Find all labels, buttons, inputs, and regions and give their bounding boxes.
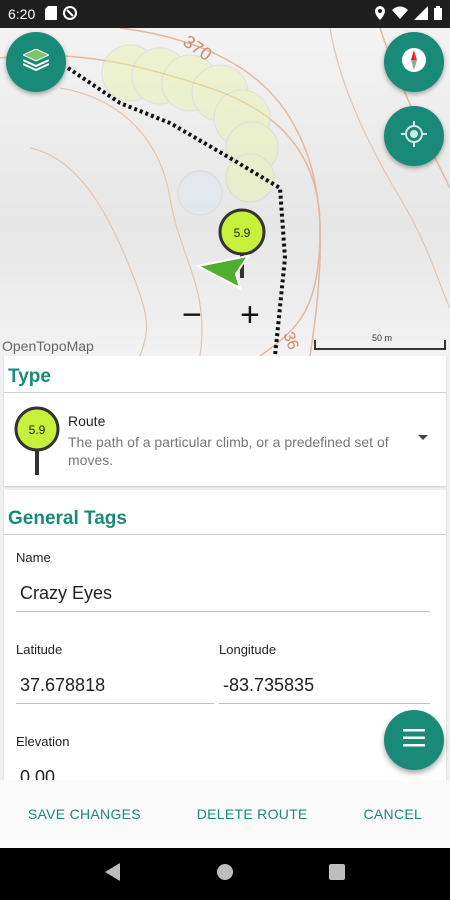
home-icon[interactable] — [216, 863, 234, 886]
zoom-out-button[interactable]: − — [182, 298, 202, 332]
battery-icon — [434, 5, 442, 23]
clock: 6:20 — [8, 6, 36, 22]
general-tags-card: General Tags Name Latitude Longitude Ele… — [4, 490, 446, 780]
type-description: The path of a particular climb, or a pre… — [68, 434, 389, 468]
marker-grade: 5.9 — [234, 226, 251, 240]
name-label: Name — [16, 550, 51, 565]
longitude-input[interactable] — [219, 668, 430, 704]
name-input[interactable] — [16, 576, 430, 612]
zoom-in-button[interactable]: + — [240, 298, 260, 332]
type-grade: 5.9 — [29, 423, 46, 437]
elevation-label: Elevation — [16, 734, 70, 749]
type-name: Route — [68, 413, 106, 429]
latitude-label: Latitude — [16, 642, 63, 657]
recents-icon[interactable] — [329, 863, 345, 885]
scale-bar: 50 m — [314, 333, 446, 350]
signal-icon — [414, 5, 428, 23]
longitude-label: Longitude — [219, 642, 277, 657]
route-type-icon: 5.9 — [14, 406, 60, 475]
route-form[interactable]: Type 5.9 Route The path of a particular … — [0, 356, 450, 780]
menu-fab[interactable] — [384, 710, 444, 770]
type-heading: Type — [8, 366, 51, 387]
map-view[interactable]: 370 36 5.9 − + OpenTopoMap 50 m — [0, 28, 450, 356]
scale-label: 50 m — [371, 333, 392, 343]
type-card: Type 5.9 Route The path of a particular … — [4, 356, 446, 486]
compass-button[interactable] — [384, 32, 444, 92]
sd-card-icon — [45, 5, 58, 23]
topo-map-canvas: 370 36 5.9 — [0, 28, 450, 356]
action-bar: SAVE CHANGES DELETE ROUTE CANCEL — [0, 780, 450, 848]
sync-icon — [63, 5, 78, 23]
divider — [4, 534, 446, 535]
type-selector[interactable]: 5.9 Route The path of a particular climb… — [4, 393, 446, 487]
back-icon[interactable] — [105, 862, 121, 886]
map-attribution: OpenTopoMap — [2, 338, 94, 354]
status-bar: 6:20 — [0, 0, 450, 28]
cancel-button[interactable]: CANCEL — [353, 798, 432, 830]
compass-icon — [401, 47, 427, 78]
elevation-input[interactable] — [16, 760, 346, 780]
locate-button[interactable] — [384, 106, 444, 166]
system-nav-bar — [0, 848, 450, 900]
layers-button[interactable] — [6, 32, 66, 92]
location-icon — [374, 5, 386, 23]
contour-label-36: 36 — [279, 330, 301, 353]
gps-locate-icon — [401, 120, 427, 152]
save-changes-button[interactable]: SAVE CHANGES — [18, 798, 151, 830]
latitude-input[interactable] — [16, 668, 214, 704]
delete-route-button[interactable]: DELETE ROUTE — [187, 798, 318, 830]
general-tags-heading: General Tags — [8, 508, 127, 529]
layers-icon — [21, 47, 51, 76]
wifi-icon — [392, 6, 408, 22]
menu-icon — [403, 728, 425, 752]
dropdown-arrow-icon[interactable] — [418, 435, 428, 440]
